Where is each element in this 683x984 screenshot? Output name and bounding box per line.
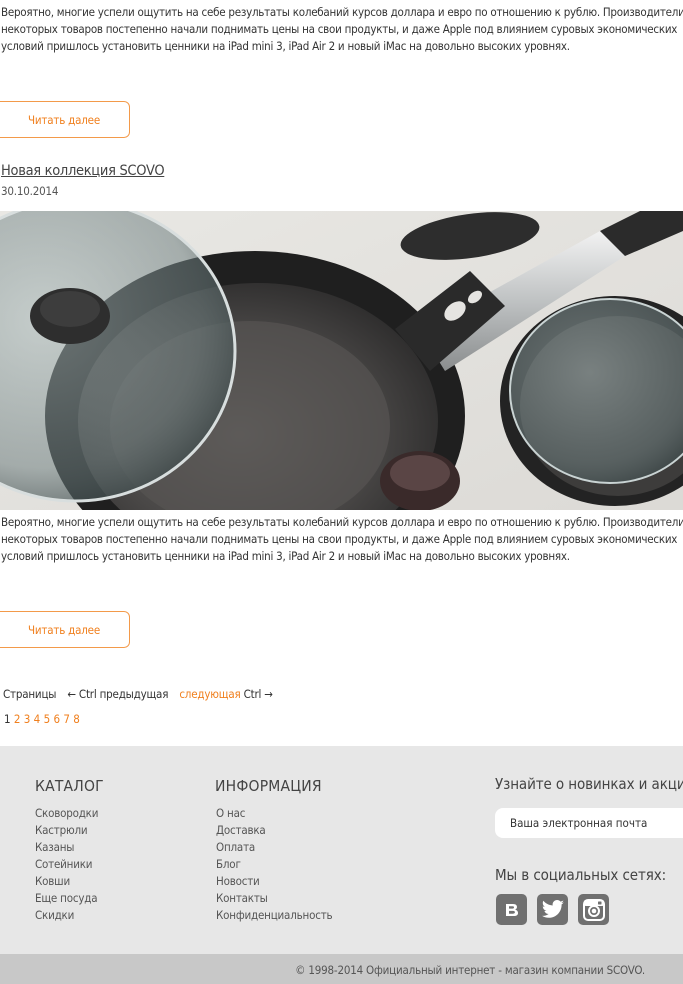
page-link-7[interactable]: 7: [63, 712, 70, 726]
post-image-cookware[interactable]: [0, 211, 683, 510]
twitter-button[interactable]: [537, 894, 568, 925]
instagram-icon: [582, 898, 605, 921]
read-more-button[interactable]: Читать далее: [0, 101, 130, 138]
catalog-item-soteyniki[interactable]: Сотейники: [35, 856, 98, 873]
catalog-item-kazany[interactable]: Казаны: [35, 839, 98, 856]
page-numbers: 12345678: [4, 712, 83, 726]
read-more-button[interactable]: Читать далее: [0, 611, 130, 648]
vk-icon: [505, 903, 518, 916]
info-title: ИНФОРМАЦИЯ: [215, 777, 322, 795]
info-menu: О нас Доставка Оплата Блог Новости Конта…: [216, 805, 333, 924]
page-link-4[interactable]: 4: [34, 712, 41, 726]
catalog-item-kastryuli[interactable]: Кастрюли: [35, 822, 98, 839]
catalog-title: КАТАЛОГ: [35, 777, 104, 795]
post-excerpt: Вероятно, многие успели ощутить на себе …: [1, 515, 683, 563]
info-item-payment[interactable]: Оплата: [216, 839, 332, 856]
info-item-delivery[interactable]: Доставка: [216, 822, 332, 839]
catalog-item-skovorodki[interactable]: Сковородки: [35, 805, 98, 822]
page-link-3[interactable]: 3: [24, 712, 31, 726]
subscribe-title: Узнайте о новинках и акциях: [495, 775, 683, 793]
post-title-link[interactable]: Новая коллекция SCOVO: [1, 163, 165, 179]
info-item-privacy[interactable]: Конфиденциальность: [216, 907, 333, 924]
vk-button[interactable]: [496, 894, 527, 925]
social-title: Мы в социальных сетях:: [495, 866, 667, 884]
catalog-item-more[interactable]: Еще посуда: [35, 890, 98, 907]
cookware-photo: [0, 211, 683, 510]
twitter-icon: [541, 899, 564, 918]
next-page-link[interactable]: следующая: [179, 687, 240, 701]
pagination-nav: Страницы ← Ctrl предыдущая следующая Ctr…: [3, 687, 273, 701]
next-page-shortcut: Ctrl →: [243, 687, 273, 701]
info-item-contacts[interactable]: Контакты: [216, 890, 332, 907]
catalog-menu: Сковородки Кастрюли Казаны Сотейники Ков…: [35, 805, 98, 924]
page-current: 1: [4, 712, 11, 726]
post-excerpt: Вероятно, многие успели ощутить на себе …: [1, 5, 683, 53]
post-date: 30.10.2014: [1, 184, 59, 198]
info-item-about[interactable]: О нас: [216, 805, 332, 822]
page-link-5[interactable]: 5: [44, 712, 51, 726]
page-link-6[interactable]: 6: [53, 712, 60, 726]
catalog-item-kovshi[interactable]: Ковши: [35, 873, 98, 890]
email-field[interactable]: [495, 808, 683, 838]
info-item-blog[interactable]: Блог: [216, 856, 332, 873]
catalog-item-sale[interactable]: Скидки: [35, 907, 98, 924]
copyright-text: © 1998-2014 Официальный интернет - магаз…: [295, 963, 645, 977]
info-item-news[interactable]: Новости: [216, 873, 332, 890]
instagram-button[interactable]: [578, 894, 609, 925]
prev-page-text: ← Ctrl предыдущая: [67, 687, 169, 701]
page-link-8[interactable]: 8: [73, 712, 80, 726]
pagination-label: Страницы: [3, 687, 57, 701]
page-link-2[interactable]: 2: [14, 712, 21, 726]
